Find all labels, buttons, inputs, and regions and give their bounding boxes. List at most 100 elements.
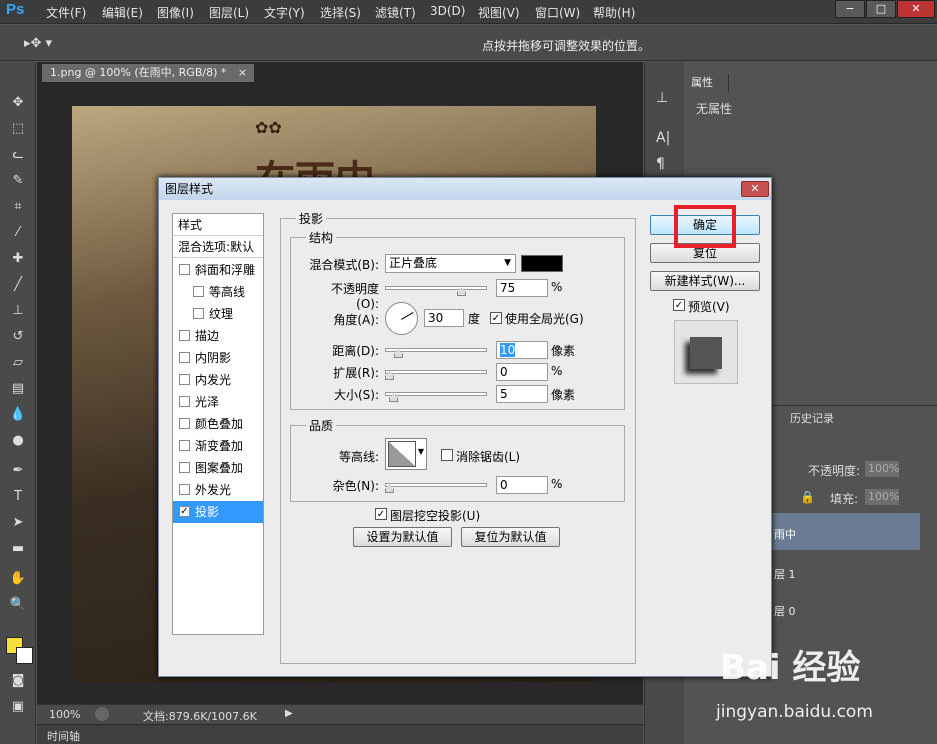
history-brush-icon[interactable]: ↺: [8, 328, 28, 346]
distance-input[interactable]: 10: [496, 341, 548, 359]
flower-decoration-icon: ✿✿: [255, 118, 282, 137]
style-item-color-overlay[interactable]: 颜色叠加: [173, 413, 263, 435]
dropdown-arrow-icon: ▼: [504, 258, 511, 268]
style-item-outer-glow[interactable]: 外发光: [173, 479, 263, 501]
close-window-button[interactable]: ✕: [897, 0, 935, 18]
menu-view[interactable]: 视图(V): [478, 4, 520, 21]
preview-checkbox[interactable]: ✓: [673, 299, 685, 311]
style-list-header[interactable]: 样式: [173, 214, 263, 236]
dodge-icon[interactable]: ●: [8, 432, 28, 450]
fill-field[interactable]: 100%: [865, 489, 899, 505]
menu-3d[interactable]: 3D(D): [430, 4, 465, 18]
options-hint: 点按并拖移可调整效果的位置。: [482, 39, 651, 53]
properties-tab[interactable]: 属性: [685, 74, 729, 92]
new-style-button[interactable]: 新建样式(W)...: [650, 271, 760, 291]
opacity-slider[interactable]: [385, 286, 487, 290]
global-light-checkbox[interactable]: ✓: [490, 312, 502, 324]
style-item-pattern-overlay[interactable]: 图案叠加: [173, 457, 263, 479]
brush-icon[interactable]: ╱: [8, 276, 28, 294]
layer-name[interactable]: 层 0: [774, 603, 796, 619]
opacity-label: 不透明度:: [808, 464, 861, 478]
antialias-label: 消除锯齿(L): [456, 450, 521, 464]
noise-input[interactable]: 0: [496, 476, 548, 494]
layer-name[interactable]: 层 1: [774, 566, 796, 582]
quick-select-icon[interactable]: ✎: [8, 172, 28, 190]
stamp-icon[interactable]: ⊥: [8, 302, 28, 320]
opacity-input[interactable]: 75: [496, 279, 548, 297]
gradient-icon[interactable]: ▤: [8, 380, 28, 398]
angle-input[interactable]: 30: [424, 309, 464, 327]
zoom-level[interactable]: 100%: [49, 708, 80, 721]
marquee-icon[interactable]: ⬚: [8, 120, 28, 138]
make-default-button[interactable]: 设置为默认值: [353, 527, 452, 547]
menu-select[interactable]: 选择(S): [320, 4, 361, 21]
zoom-icon[interactable]: 🔍: [8, 596, 28, 614]
spread-input[interactable]: 0: [496, 363, 548, 381]
size-input[interactable]: 5: [496, 385, 548, 403]
style-item-satin[interactable]: 光泽: [173, 391, 263, 413]
character-icon[interactable]: A|: [656, 130, 670, 146]
eyedropper-icon[interactable]: ⁄: [8, 224, 28, 242]
style-item-drop-shadow[interactable]: ✓ 投影: [173, 501, 263, 523]
angle-dial[interactable]: [385, 302, 418, 335]
menu-window[interactable]: 窗口(W): [535, 4, 580, 21]
blur-icon[interactable]: 💧: [8, 406, 28, 424]
style-item-gradient-overlay[interactable]: 渐变叠加: [173, 435, 263, 457]
lock-icon[interactable]: 🔒: [800, 490, 815, 504]
menu-help[interactable]: 帮助(H): [593, 4, 635, 21]
blend-mode-value: 正片叠底: [389, 256, 438, 270]
blend-mode-select[interactable]: 正片叠底 ▼: [385, 254, 516, 273]
status-icon[interactable]: [95, 707, 109, 721]
screen-mode-icon[interactable]: ▣: [8, 698, 28, 716]
size-slider[interactable]: [385, 392, 487, 396]
close-tab-icon[interactable]: ×: [238, 66, 247, 79]
menu-type[interactable]: 文字(Y): [264, 4, 305, 21]
crop-icon[interactable]: ⌗: [8, 198, 28, 216]
type-icon[interactable]: T: [8, 488, 28, 506]
document-tab[interactable]: 1.png @ 100% (在雨中, RGB/8) * ×: [42, 64, 254, 82]
status-arrow-icon[interactable]: ▶: [285, 708, 293, 719]
distance-slider[interactable]: [385, 348, 487, 352]
opacity-field[interactable]: 100%: [865, 461, 899, 477]
history-tab[interactable]: 历史记录: [790, 410, 834, 426]
blend-mode-label: 混合模式(B):: [309, 258, 379, 272]
paragraph-icon[interactable]: ¶: [656, 156, 665, 172]
path-select-icon[interactable]: ➤: [8, 514, 28, 532]
contour-picker[interactable]: ▼: [385, 438, 427, 470]
menu-filter[interactable]: 滤镜(T): [375, 4, 416, 21]
background-color[interactable]: [16, 647, 33, 664]
menu-edit[interactable]: 编辑(E): [102, 4, 143, 21]
maximize-button[interactable]: □: [866, 0, 896, 18]
dialog-close-button[interactable]: ✕: [741, 181, 769, 197]
style-item-inner-glow[interactable]: 内发光: [173, 369, 263, 391]
menu-layer[interactable]: 图层(L): [209, 4, 249, 21]
menu-file[interactable]: 文件(F): [46, 4, 86, 21]
style-item-inner-shadow[interactable]: 内阴影: [173, 347, 263, 369]
pen-icon[interactable]: ✒: [8, 462, 28, 480]
knockout-checkbox[interactable]: ✓: [375, 508, 387, 520]
structure-title: 结构: [306, 229, 337, 246]
noise-slider[interactable]: [385, 483, 487, 487]
minimize-button[interactable]: −: [835, 0, 865, 18]
move-icon[interactable]: ✥: [8, 94, 28, 112]
eraser-icon[interactable]: ▱: [8, 354, 28, 372]
layer-name: 雨中: [774, 528, 796, 541]
blend-options-item[interactable]: 混合选项:默认: [173, 236, 263, 258]
adjust-icon[interactable]: ⊥: [656, 90, 668, 106]
reset-default-button[interactable]: 复位为默认值: [461, 527, 560, 547]
style-item-stroke[interactable]: 描边: [173, 325, 263, 347]
shape-icon[interactable]: ▬: [8, 540, 28, 558]
hand-icon[interactable]: ✋: [8, 570, 28, 588]
move-tool-icon[interactable]: ▸✥ ▾: [24, 36, 52, 51]
menu-image[interactable]: 图像(I): [157, 4, 194, 21]
lasso-icon[interactable]: ᓚ: [8, 146, 28, 164]
antialias-checkbox[interactable]: [441, 449, 453, 461]
healing-icon[interactable]: ✚: [8, 250, 28, 268]
timeline-tab[interactable]: 时间轴: [47, 728, 80, 744]
style-item-bevel[interactable]: 斜面和浮雕: [173, 259, 263, 281]
quick-mask-icon[interactable]: ◙: [8, 672, 28, 690]
spread-slider[interactable]: [385, 370, 487, 374]
shadow-color-swatch[interactable]: [521, 255, 563, 272]
style-item-texture[interactable]: 纹理: [173, 303, 263, 325]
style-item-contour[interactable]: 等高线: [173, 281, 263, 303]
